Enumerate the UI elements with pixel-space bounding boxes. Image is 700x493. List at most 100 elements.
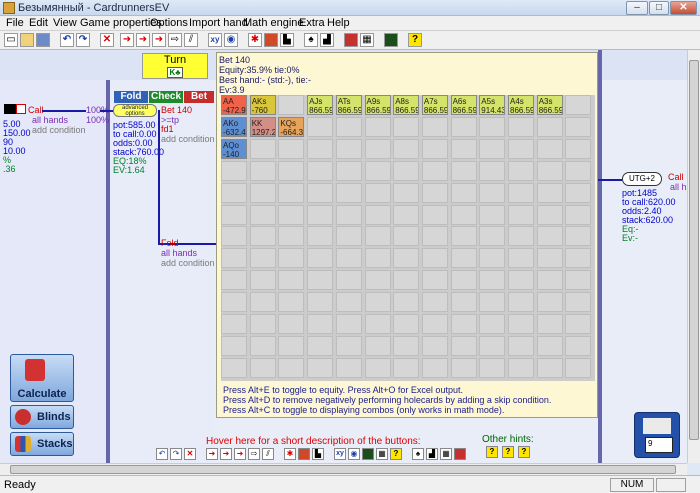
hand-cell-empty[interactable] (393, 116, 420, 137)
hand-cell-empty[interactable] (335, 248, 362, 269)
hand-cell-empty[interactable] (221, 226, 247, 247)
hand-cell-empty[interactable] (364, 292, 391, 313)
hand-cell-empty[interactable] (536, 357, 563, 378)
hand-cell-aks[interactable]: AKs -760 (249, 95, 276, 115)
hint-help-icon[interactable]: ? (502, 446, 514, 458)
chart-icon[interactable]: ⫽ (184, 33, 198, 47)
open-icon[interactable] (20, 33, 34, 47)
hand-cell-empty[interactable] (565, 357, 592, 378)
hand-cell-empty[interactable] (249, 335, 276, 356)
bomb-icon[interactable]: ✱ (248, 33, 262, 47)
arrow-red3-icon[interactable]: ➜ (234, 448, 246, 460)
hand-cell-empty[interactable] (335, 138, 362, 159)
hand-cell-empty[interactable] (393, 270, 420, 291)
hand-cell-empty[interactable] (450, 270, 477, 291)
undo-icon[interactable]: ↶ (156, 448, 168, 460)
hand-cell-empty[interactable] (393, 357, 420, 378)
hand-cell-empty[interactable] (421, 160, 448, 181)
hand-cell-empty[interactable] (479, 292, 506, 313)
hand-cell-empty[interactable] (307, 314, 334, 334)
hand-cell-empty[interactable] (565, 160, 592, 181)
hand-cell-empty[interactable] (536, 292, 563, 313)
hand-cell-empty[interactable] (421, 204, 448, 225)
hand-cell-empty[interactable] (393, 182, 420, 203)
hand-cell-empty[interactable] (307, 292, 334, 313)
fold-branch-label[interactable]: Fold (161, 239, 179, 248)
hand-cell-empty[interactable] (335, 182, 362, 203)
hand-cell-empty[interactable] (221, 160, 247, 181)
hand-cell-empty[interactable] (249, 270, 276, 291)
hand-cell-a8s[interactable]: A8s 866.59 (393, 95, 420, 115)
hand-cell-ats[interactable]: ATs 866.59 (335, 95, 362, 115)
hand-cell-empty[interactable] (307, 335, 334, 356)
check-button[interactable]: Check (149, 91, 183, 103)
hand-cell-empty[interactable] (421, 335, 448, 356)
matrix-icon[interactable]: ▦ (376, 448, 388, 460)
hand-cell-empty[interactable] (421, 248, 448, 269)
hand-cell-empty[interactable] (450, 182, 477, 203)
hint-help-icon[interactable]: ? (486, 446, 498, 458)
deck-icon[interactable]: ♠ (412, 448, 424, 460)
hand-cell-empty[interactable] (421, 357, 448, 378)
hand-cell-empty[interactable] (364, 270, 391, 291)
redo-icon[interactable]: ↷ (76, 33, 90, 47)
hand-cell-empty[interactable] (278, 292, 305, 313)
redo-icon[interactable]: ↷ (170, 448, 182, 460)
hand-cell-empty[interactable] (307, 138, 334, 159)
green-box-icon[interactable] (362, 448, 374, 460)
hand-cell-empty[interactable] (536, 116, 563, 137)
hand-cell-empty[interactable] (221, 270, 247, 291)
hand-cell-a4s[interactable]: A4s 866.59 (508, 95, 534, 115)
hand-cell-empty[interactable] (393, 160, 420, 181)
hand-cell-empty[interactable] (565, 182, 592, 203)
hand-cell-empty[interactable] (249, 138, 276, 159)
grid-icon[interactable] (344, 33, 358, 47)
hand-cell-empty[interactable] (278, 160, 305, 181)
circle-icon[interactable]: ◉ (224, 33, 238, 47)
hand-cell-empty[interactable] (421, 270, 448, 291)
hand-cell-empty[interactable] (335, 116, 362, 137)
bars-icon[interactable] (298, 448, 310, 460)
arrow-red2-icon[interactable]: ➜ (136, 33, 150, 47)
fold-branch-add-condition[interactable]: add condition (161, 259, 215, 268)
hand-cell-empty[interactable] (450, 292, 477, 313)
hand-cell-empty[interactable] (364, 204, 391, 225)
bet-branch-label[interactable]: Bet 140 (161, 106, 192, 115)
hand-cell-empty[interactable] (479, 116, 506, 137)
hand-cell-empty[interactable] (565, 292, 592, 313)
hand-cell-empty[interactable] (278, 335, 305, 356)
hand-cell-empty[interactable] (393, 138, 420, 159)
vertical-scrollbar[interactable] (687, 50, 700, 463)
hand-cell-empty[interactable] (249, 292, 276, 313)
hand-cell-empty[interactable] (479, 226, 506, 247)
horizontal-scrollbar[interactable] (0, 463, 687, 475)
hand-cell-empty[interactable] (221, 248, 247, 269)
hand-cell-empty[interactable] (364, 248, 391, 269)
hand-cell-a6s[interactable]: A6s 866.59 (450, 95, 477, 115)
hand-cell-empty[interactable] (335, 160, 362, 181)
hand-cell-empty[interactable] (278, 270, 305, 291)
maximize-button[interactable]: □ (649, 1, 669, 15)
arrow-outline-icon[interactable]: ⇨ (168, 33, 182, 47)
arrow-red-icon[interactable]: ➜ (120, 33, 134, 47)
hand-cell-empty[interactable] (393, 248, 420, 269)
hand-cell-empty[interactable] (508, 204, 534, 225)
hand-cell-kk[interactable]: KK 1297.2 (249, 116, 276, 137)
hand-cell-empty[interactable] (421, 116, 448, 137)
hand-cell-empty[interactable] (479, 248, 506, 269)
bomb-icon[interactable]: ✱ (284, 448, 296, 460)
hand-cell-empty[interactable] (249, 204, 276, 225)
hand-cell-empty[interactable] (536, 226, 563, 247)
hand-cell-empty[interactable] (450, 204, 477, 225)
hand-cell-empty[interactable] (450, 314, 477, 334)
hand-cell-empty[interactable] (479, 204, 506, 225)
save-icon[interactable] (36, 33, 50, 47)
new-icon[interactable]: ▭ (4, 33, 18, 47)
hand-cell-empty[interactable] (536, 248, 563, 269)
hand-cell-empty[interactable] (565, 204, 592, 225)
hand-cell-empty[interactable] (565, 335, 592, 356)
hand-cell-empty[interactable] (307, 357, 334, 378)
menu-import-hand[interactable]: Import hand (189, 17, 248, 29)
hand-cell-empty[interactable] (479, 138, 506, 159)
hand-cell-empty[interactable] (278, 248, 305, 269)
